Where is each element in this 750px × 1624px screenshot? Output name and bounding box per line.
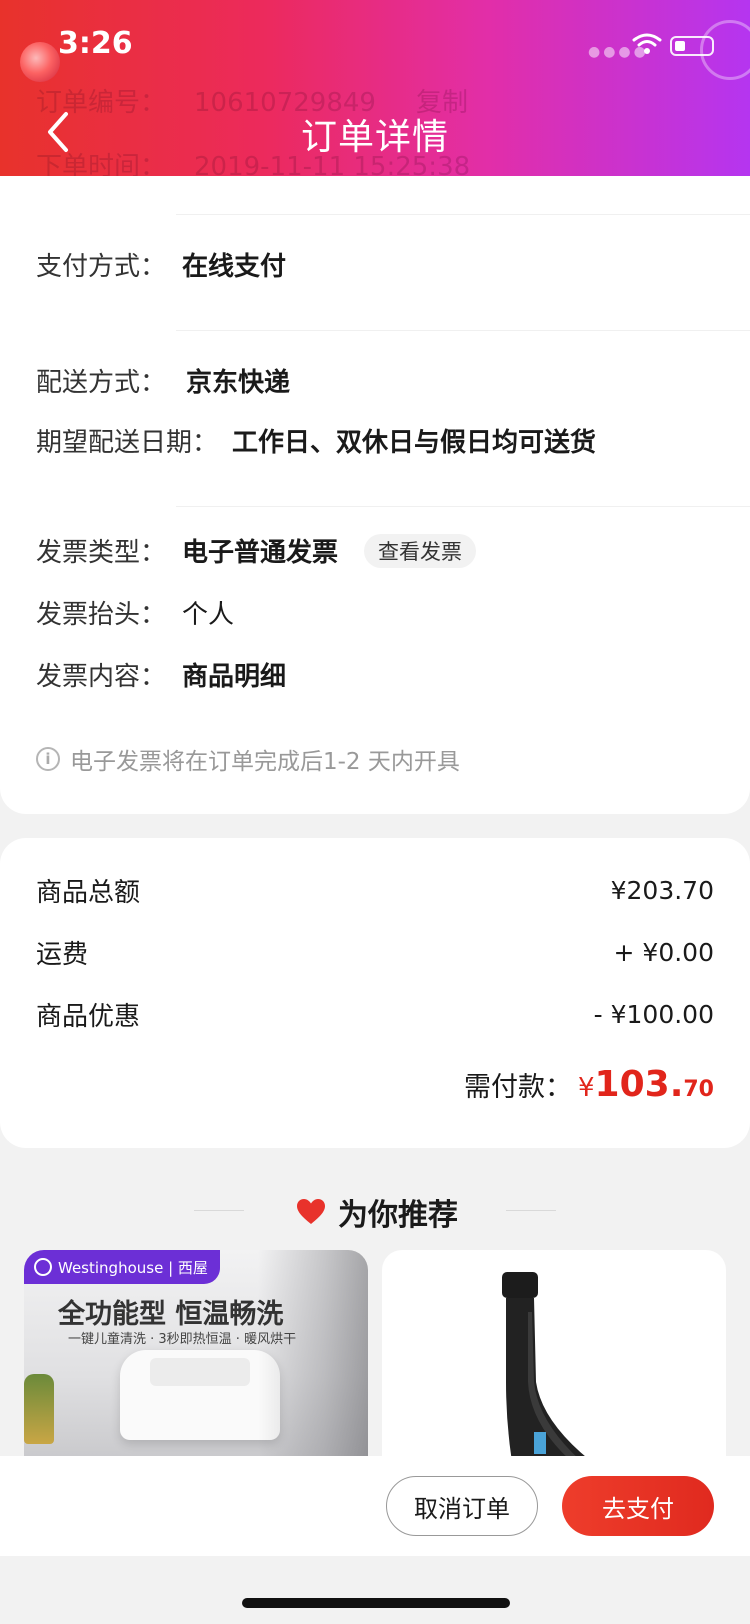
invoice-title-label: 发票抬头： xyxy=(36,600,167,630)
header: 订单编号： 10610729849 复制 下单时间： 2019-11-11 15:25… xyxy=(0,0,750,176)
invoice-content-value: 商品明细 xyxy=(182,662,287,692)
payment-method-label: 支付方式： xyxy=(36,252,167,282)
amount-due-label: 需付款： xyxy=(464,1072,572,1103)
bottle-image xyxy=(502,1272,590,1460)
order-info-card: 支付方式： 在线支付 配送方式： 京东快递 期望配送日期： 工作日、双休日与假日… xyxy=(0,176,750,814)
recommend-title: 为你推荐 xyxy=(296,1190,458,1234)
product-image-detail xyxy=(150,1358,250,1386)
divider xyxy=(176,214,750,215)
invoice-content-label: 发票内容： xyxy=(36,662,167,692)
goods-total-label: 商品总额 xyxy=(36,878,141,908)
heart-icon xyxy=(297,1199,325,1224)
divider xyxy=(176,330,750,331)
info-icon: i xyxy=(36,747,60,771)
amount-due-integer: 103. xyxy=(594,1064,684,1105)
product-card[interactable] xyxy=(382,1250,726,1460)
product-card[interactable]: Westinghouse | 西屋 全功能型 恒温畅洗 一键儿童清洗 · 3秒即… xyxy=(24,1250,368,1460)
delivery-method-row: 配送方式： 京东快递 xyxy=(36,362,290,399)
order-detail-screen: 订单编号： 10610729849 复制 下单时间： 2019-11-11 15:25… xyxy=(0,0,750,1624)
invoice-note-text: 电子发票将在订单完成后1-2 天内开具 xyxy=(70,749,460,775)
invoice-content-row: 发票内容： 商品明细 xyxy=(36,656,286,693)
delivery-method-value: 京东快递 xyxy=(186,368,291,398)
expected-date-value: 工作日、双休日与假日均可送货 xyxy=(232,428,597,458)
invoice-note: i 电子发票将在订单完成后1-2 天内开具 xyxy=(36,742,460,776)
page-title: 订单详情 xyxy=(300,117,449,158)
invoice-type-value: 电子普通发票 xyxy=(182,538,339,568)
background-curtain xyxy=(258,1250,368,1460)
wifi-icon xyxy=(632,33,662,54)
brand-logo-icon xyxy=(34,1258,52,1276)
delivery-method-label: 配送方式： xyxy=(36,368,167,398)
divider xyxy=(194,1210,244,1211)
divider xyxy=(506,1210,556,1211)
amount-due: 需付款： ¥ 103. 70 xyxy=(464,1064,714,1105)
expected-date-label: 期望配送日期： xyxy=(36,428,219,458)
pay-button[interactable]: 去支付 xyxy=(562,1476,714,1536)
plant-decoration xyxy=(24,1374,54,1444)
shipping-value: + ¥0.00 xyxy=(613,938,714,967)
price-summary-card: 商品总额 ¥203.70 运费 + ¥0.00 商品优惠 - ¥100.00 需… xyxy=(0,838,750,1148)
discount-value: - ¥100.00 xyxy=(593,1000,714,1029)
brand-badge: Westinghouse | 西屋 xyxy=(24,1250,220,1284)
payment-method-value: 在线支付 xyxy=(182,252,287,282)
amount-due-currency: ¥ xyxy=(578,1073,595,1103)
product-subline: 一键儿童清洗 · 3秒即热恒温 · 暖风烘干 xyxy=(68,1332,297,1347)
app-orb-icon xyxy=(20,42,60,82)
amount-due-decimal: 70 xyxy=(683,1077,714,1102)
brand-name: Westinghouse | 西屋 xyxy=(58,1258,208,1277)
discount-label: 商品优惠 xyxy=(36,1002,141,1032)
invoice-type-row: 发票类型： 电子普通发票 查看发票 xyxy=(36,532,477,569)
price-row: 商品优惠 - ¥100.00 xyxy=(36,996,714,1033)
view-invoice-button[interactable]: 查看发票 xyxy=(364,533,477,568)
expected-date-row: 期望配送日期： 工作日、双休日与假日均可送货 xyxy=(36,422,596,459)
price-row: 运费 + ¥0.00 xyxy=(36,934,714,971)
bottom-action-bar: 取消订单 去支付 xyxy=(0,1456,750,1556)
home-indicator[interactable] xyxy=(242,1598,510,1608)
shipping-label: 运费 xyxy=(36,940,89,970)
payment-method-row: 支付方式： 在线支付 xyxy=(36,246,286,283)
invoice-type-label: 发票类型： xyxy=(36,538,167,568)
goods-total-value: ¥203.70 xyxy=(610,876,714,905)
recommend-header: 为你推荐 xyxy=(0,1190,750,1233)
assistive-touch-icon[interactable] xyxy=(700,20,750,80)
invoice-title-value: 个人 xyxy=(182,600,235,630)
price-row: 商品总额 ¥203.70 xyxy=(36,872,714,909)
product-headline: 全功能型 恒温畅洗 xyxy=(58,1299,284,1330)
status-time: 3:26 xyxy=(58,26,133,61)
cancel-order-button[interactable]: 取消订单 xyxy=(386,1476,538,1536)
recommend-title-text: 为你推荐 xyxy=(338,1198,458,1233)
invoice-title-row: 发票抬头： 个人 xyxy=(36,594,234,631)
divider xyxy=(176,506,750,507)
